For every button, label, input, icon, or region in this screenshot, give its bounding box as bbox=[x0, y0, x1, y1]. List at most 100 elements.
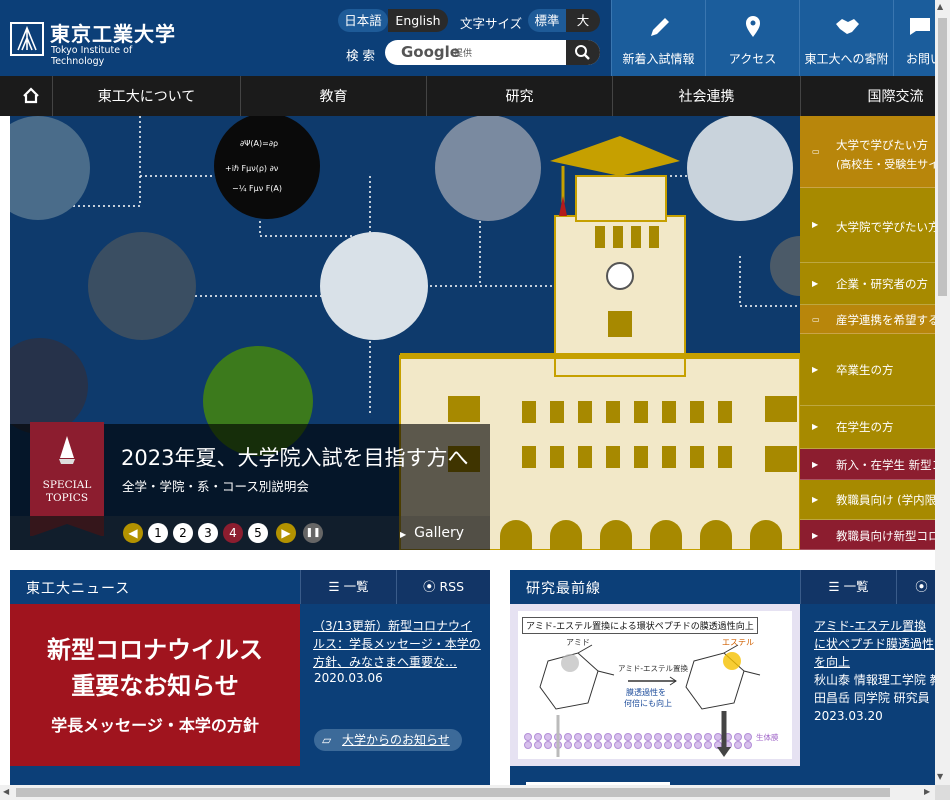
pencil-icon bbox=[651, 18, 669, 36]
figure-result1: 膜透過性を bbox=[626, 688, 666, 697]
external-icon: ▭ bbox=[812, 315, 820, 324]
side-item-students[interactable]: ▶ 在学生の方 bbox=[800, 406, 935, 449]
scroll-up-icon[interactable]: ▲ bbox=[937, 2, 943, 11]
side-item-students-covid[interactable]: ▶ 新入・在学生 新型コロナ bbox=[800, 449, 935, 480]
news-section: 東工大ニュース ☰ 一覧 ⦿ RSS 新型コロナウイルス 重要なお知らせ 学長メ… bbox=[10, 570, 490, 785]
banner-line1: 新型コロナウイルス bbox=[47, 636, 263, 664]
map-pin-icon bbox=[746, 16, 760, 37]
next-slide-button[interactable]: ▶ bbox=[276, 523, 296, 543]
scroll-down-icon[interactable]: ▼ bbox=[937, 772, 943, 781]
arrow-icon: ▶ bbox=[812, 531, 819, 540]
search-button[interactable] bbox=[566, 40, 600, 65]
banner-line3: 学長メッセージ・本学の方針 bbox=[51, 716, 259, 735]
research-headline-link[interactable]: アミド-エステル置換に状ペプチド膜透過性を向上 bbox=[814, 619, 934, 669]
horizontal-scrollbar[interactable]: ◀ ▶ bbox=[0, 785, 935, 800]
google-provided: 提供 bbox=[454, 49, 473, 59]
research-figure[interactable]: アミド-エステル置換による環状ペプチドの膜透過性向上 アミド エステル アミド-… bbox=[510, 604, 800, 766]
side-item-staff-covid[interactable]: ▶ 教職員向け新型コロナ bbox=[800, 520, 935, 550]
page-dot-1[interactable]: 1 bbox=[148, 523, 168, 543]
side-item-graduate[interactable]: ▶ 大学院で学びたい方 bbox=[800, 188, 935, 263]
research-list-button[interactable]: ☰ 一覧 bbox=[800, 570, 896, 604]
news-headline-link[interactable]: （3/13更新）新型コロナウイルス：学長メッセージ・本学の方針、みなさまへ重要な… bbox=[313, 619, 481, 669]
site-header: 東京工業大学 Tokyo Institute of Technology 日本語… bbox=[0, 0, 935, 76]
page-dot-2[interactable]: 2 bbox=[173, 523, 193, 543]
research-authors-2: 田昌岳 同学院 研究員 bbox=[814, 691, 930, 705]
nav-about[interactable]: 東工大について bbox=[52, 76, 240, 116]
news-date: 2020.03.06 bbox=[314, 671, 383, 685]
quick-access[interactable]: アクセス bbox=[705, 0, 799, 76]
pause-button[interactable]: ❚❚ bbox=[303, 523, 323, 543]
banner-line2: 重要なお知らせ bbox=[71, 672, 239, 700]
side-item-industry[interactable]: ▭ 産学連携を希望する方 bbox=[800, 305, 935, 334]
side-item-undergrad[interactable]: ▭ 大学で学びたい方 (高校生・受験生サイト bbox=[800, 116, 935, 188]
badge-line2: TOPICS bbox=[45, 492, 89, 504]
gallery-link[interactable]: ▶ Gallery bbox=[400, 525, 464, 541]
arrow-icon: ▶ bbox=[812, 279, 819, 288]
figure-membrane: 生体膜 bbox=[756, 733, 779, 742]
list-icon: ☰ bbox=[828, 579, 844, 594]
global-nav: 東工大について 教育 研究 社会連携 国際交流 bbox=[0, 76, 935, 116]
font-size-label: 文字サイズ bbox=[460, 16, 523, 31]
page-dot-4-active[interactable]: 4 bbox=[223, 523, 243, 543]
page-dot-3[interactable]: 3 bbox=[198, 523, 218, 543]
horizontal-scroll-thumb[interactable] bbox=[16, 788, 890, 797]
arrow-icon: ▶ bbox=[400, 530, 407, 539]
google-brand: Google bbox=[401, 43, 460, 61]
browser-viewport: 東京工業大学 Tokyo Institute of Technology 日本語… bbox=[0, 0, 935, 785]
quick-contact[interactable]: お問い bbox=[893, 0, 935, 76]
research-title: 研究最前線 bbox=[526, 581, 601, 597]
search-box[interactable]: Google 提供 bbox=[385, 40, 600, 65]
font-large-button[interactable]: 大 bbox=[566, 9, 600, 32]
hero-slideshow[interactable]: ∂Ψ(A)=∂ρ +iℏ Fμν(ρ) ∂ν −¼ Fμν F(A) 2023年… bbox=[10, 116, 800, 550]
news-banner[interactable]: 新型コロナウイルス 重要なお知らせ 学長メッセージ・本学の方針 bbox=[10, 604, 300, 766]
news-rss-button[interactable]: ⦿ RSS bbox=[396, 570, 490, 604]
side-item-staff[interactable]: ▶ 教職員向け (学内限定) bbox=[800, 480, 935, 520]
lang-english-button[interactable]: English bbox=[388, 9, 448, 32]
quick-donation[interactable]: 東工大への寄附 bbox=[799, 0, 893, 76]
research-rss-button[interactable]: ⦿ bbox=[896, 570, 935, 604]
audience-menu: ▭ 大学で学びたい方 (高校生・受験生サイト ▶ 大学院で学びたい方 ▶ 企業・… bbox=[800, 116, 935, 550]
news-header: 東工大ニュース ☰ 一覧 ⦿ RSS bbox=[10, 570, 490, 604]
university-emblem-icon bbox=[10, 22, 44, 56]
prev-slide-button[interactable]: ◀ bbox=[123, 523, 143, 543]
arrow-icon: ▶ bbox=[812, 422, 819, 431]
slide-pager: ◀ 1 2 3 4 5 ▶ ❚❚ ▶ Gallery bbox=[10, 516, 490, 550]
rss-icon: ⦿ bbox=[915, 579, 928, 594]
badge-line1: SPECIAL bbox=[42, 479, 92, 491]
arrow-icon: ▶ bbox=[812, 220, 819, 229]
svg-text:+iℏ Fμν(ρ) ∂ν: +iℏ Fμν(ρ) ∂ν bbox=[225, 164, 279, 173]
quick-label: アクセス bbox=[728, 52, 777, 66]
handshake-icon bbox=[836, 19, 859, 34]
page-dot-5[interactable]: 5 bbox=[248, 523, 268, 543]
quick-label: 東工大への寄附 bbox=[804, 52, 889, 66]
arrow-icon: ▶ bbox=[812, 460, 819, 469]
nav-home[interactable] bbox=[10, 76, 52, 116]
nav-international[interactable]: 国際交流 bbox=[800, 76, 935, 116]
lang-japanese-button[interactable]: 日本語 bbox=[338, 9, 388, 32]
research-date: 2023.03.20 bbox=[814, 709, 883, 723]
nav-social[interactable]: 社会連携 bbox=[612, 76, 800, 116]
quick-label: お問い bbox=[906, 52, 935, 66]
news-list-button[interactable]: ☰ 一覧 bbox=[300, 570, 396, 604]
arrow-icon: ▶ bbox=[812, 495, 819, 504]
scroll-right-icon[interactable]: ▶ bbox=[924, 787, 930, 796]
figure-amide: アミド bbox=[566, 638, 590, 647]
search-label: 検 索 bbox=[346, 48, 375, 63]
vertical-scrollbar[interactable]: ▲ ▼ bbox=[935, 0, 950, 785]
side-item-alumni[interactable]: ▶ 卒業生の方 bbox=[800, 334, 935, 406]
svg-text:−¼ Fμν F(A): −¼ Fμν F(A) bbox=[232, 184, 282, 193]
nav-research[interactable]: 研究 bbox=[426, 76, 612, 116]
topic-title: 2023年夏、大学院入試を目指す方へ bbox=[121, 446, 469, 470]
research-header: 研究最前線 ☰ 一覧 ⦿ bbox=[510, 570, 935, 604]
vertical-scroll-thumb[interactable] bbox=[938, 18, 947, 296]
research-authors-1: 秋山泰 情報理工学院 教 bbox=[814, 673, 935, 687]
scroll-left-icon[interactable]: ◀ bbox=[3, 787, 9, 796]
nav-education[interactable]: 教育 bbox=[240, 76, 426, 116]
side-item-corporate[interactable]: ▶ 企業・研究者の方 bbox=[800, 263, 935, 305]
font-standard-button[interactable]: 標準 bbox=[528, 9, 566, 32]
site-logo[interactable]: 東京工業大学 Tokyo Institute of Technology bbox=[10, 18, 186, 67]
quick-admission-news[interactable]: 新着入試情報 bbox=[611, 0, 705, 76]
scrollbar-corner bbox=[935, 785, 950, 800]
gallery-label: Gallery bbox=[414, 525, 465, 541]
news-category-tag[interactable]: ▱ 大学からのお知らせ bbox=[314, 729, 462, 751]
